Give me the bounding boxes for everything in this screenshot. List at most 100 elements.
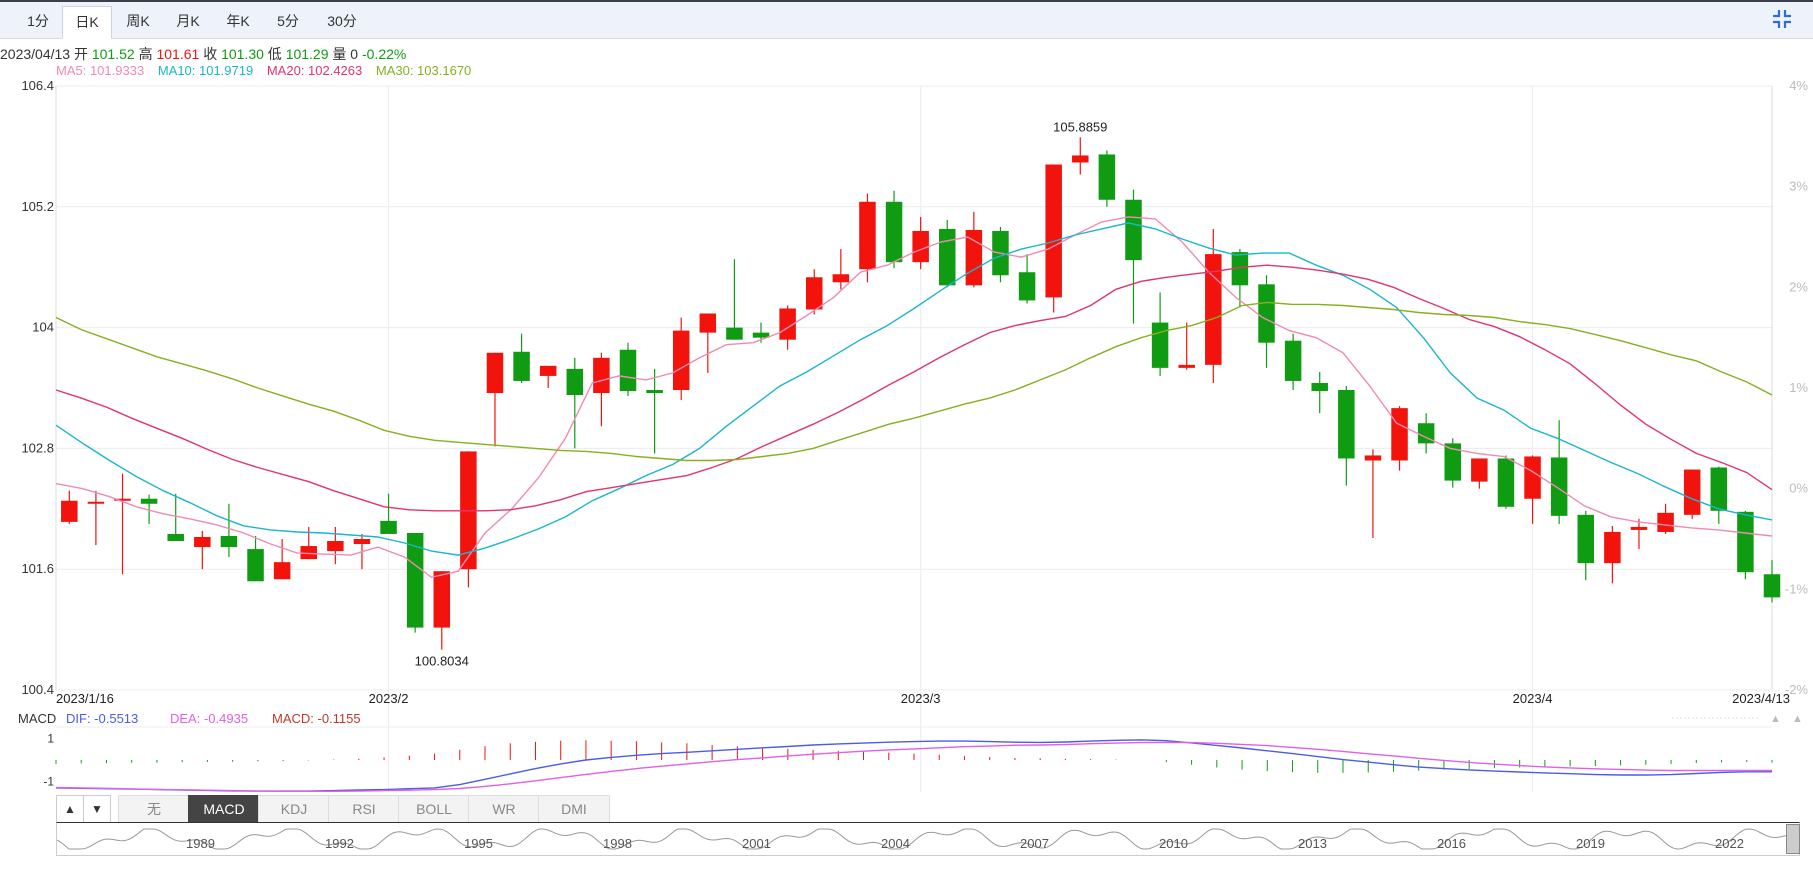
right-pct-label: -1% <box>1785 581 1809 596</box>
candle-body <box>194 536 211 548</box>
candle-body <box>1683 469 1701 515</box>
right-pct-label: 0% <box>1789 481 1808 496</box>
navigator-year-label: 2013 <box>1298 836 1327 851</box>
tab-1min[interactable]: 1分 <box>14 6 62 36</box>
candle-body <box>1763 574 1781 598</box>
tab-monthly-k[interactable]: 月K <box>164 6 212 36</box>
candle-body <box>1284 340 1302 381</box>
tab-daily-k[interactable]: 日K <box>62 6 112 39</box>
indicator-tab-rsi[interactable]: RSI <box>328 795 400 823</box>
candle-body <box>1178 364 1195 368</box>
candle-body <box>1018 272 1036 301</box>
tab-yearly-k[interactable]: 年K <box>214 6 262 36</box>
navigator-year-label: 1995 <box>464 836 493 851</box>
y-tick-label: 104 <box>32 320 54 335</box>
candle-body <box>300 546 317 560</box>
top-border <box>0 0 1813 2</box>
candle-body <box>167 533 184 542</box>
indicator-tab-dmi[interactable]: DMI <box>538 795 610 823</box>
indicator-tab-macd[interactable]: MACD <box>188 795 260 823</box>
period-tab-bar: 1分 日K 周K 月K 年K 5分 30分 <box>0 0 1813 39</box>
candle-body <box>1151 322 1169 368</box>
candle-body <box>140 498 158 504</box>
fullscreen-exit-icon[interactable] <box>1771 8 1793 30</box>
candle-body <box>619 349 637 392</box>
macd-legend-item: DIF: -0.5513 <box>66 711 138 726</box>
candle-body <box>1497 458 1515 507</box>
high-value: 101.61 <box>156 46 200 62</box>
navigator-year-label: 2007 <box>1020 836 1049 851</box>
y-tick-label: 100.4 <box>21 682 54 697</box>
candle-body <box>513 351 530 381</box>
y-tick-label: 105.2 <box>21 199 54 214</box>
indicator-tab-boll[interactable]: BOLL <box>398 795 470 823</box>
indicator-tab-none[interactable]: 无 <box>118 795 190 823</box>
close-label: 收 <box>203 46 218 62</box>
navigator-year-label: 2019 <box>1576 836 1605 851</box>
candle-body <box>566 368 584 396</box>
navigator-year-label: 2004 <box>881 836 910 851</box>
macd-legend-item: MACD: -0.1155 <box>272 711 361 726</box>
candle-body <box>1630 526 1648 530</box>
volume-label: 量 <box>332 46 347 62</box>
low-value: 101.29 <box>285 46 329 62</box>
range-navigator[interactable] <box>56 822 1800 856</box>
candle-body <box>885 201 903 263</box>
kline-chart[interactable]: 106.4 105.2 104 102.8 101.6 100.4 4% 3% 2% 1% 0% -1… <box>0 70 1813 792</box>
x-axis-label: 2023/3 <box>901 691 941 706</box>
tab-5min[interactable]: 5分 <box>264 6 312 36</box>
navigator-sparkline <box>56 828 1798 850</box>
candle-body <box>646 390 663 394</box>
indicator-tab-wr[interactable]: WR <box>468 795 540 823</box>
indicator-tab-kdj[interactable]: KDJ <box>258 795 330 823</box>
close-value: 101.30 <box>221 46 264 62</box>
indicator-prev-button[interactable]: ▲ <box>56 795 84 823</box>
candle-body <box>1045 164 1062 298</box>
open-label: 开 <box>73 46 88 62</box>
info-date: 2023/04/13 <box>0 46 71 62</box>
candle-body <box>939 228 956 286</box>
right-pct-label: 4% <box>1789 78 1808 93</box>
high-label: 高 <box>138 46 153 62</box>
navigator-year-label: 1992 <box>325 836 354 851</box>
candle-body <box>406 532 424 628</box>
tab-weekly-k[interactable]: 周K <box>114 6 162 36</box>
right-pct-label: 1% <box>1789 380 1808 395</box>
low-label: 低 <box>267 46 282 62</box>
candle-body <box>1258 284 1275 343</box>
candle-body <box>965 229 983 286</box>
candle-body <box>1072 155 1089 163</box>
open-value: 101.52 <box>91 46 135 62</box>
candle-body <box>1524 456 1541 499</box>
navigator-year-label: 2001 <box>742 836 771 851</box>
right-pct-label: 3% <box>1789 179 1808 194</box>
indicator-next-button[interactable]: ▼ <box>83 795 111 823</box>
navigator-year-label: 1998 <box>603 836 632 851</box>
scroll-left-icon: ▲ <box>1770 713 1781 725</box>
candle-body <box>539 365 557 376</box>
candle-body <box>486 352 504 394</box>
tab-30min[interactable]: 30分 <box>318 6 366 36</box>
candle-body <box>220 535 238 548</box>
macd-y-label: -1 <box>43 774 54 788</box>
macd-y-label: 1 <box>47 732 54 746</box>
candle-body <box>1737 511 1754 573</box>
macd-legend-item: DEA: -0.4935 <box>170 711 248 726</box>
candle-body <box>593 357 610 394</box>
y-tick-label: 106.4 <box>21 78 54 93</box>
candle-body <box>1364 455 1382 461</box>
x-axis-label: 2023/4/13 <box>1732 691 1790 706</box>
navigator-handle[interactable] <box>1786 824 1800 854</box>
candle-body <box>1098 154 1116 200</box>
candle-body <box>353 539 371 545</box>
scroll-right-icon: ▲ <box>1792 713 1803 725</box>
candle-body <box>1311 382 1328 392</box>
navigator-year-label: 2016 <box>1437 836 1466 851</box>
candle-body <box>1125 199 1142 261</box>
navigator-year-label: 1989 <box>186 836 215 851</box>
candle-body <box>726 327 743 340</box>
volume-value: 0 <box>350 46 359 62</box>
candle-body <box>672 330 690 391</box>
ma-line-ma5 <box>55 216 1773 579</box>
candle-body <box>699 313 717 333</box>
